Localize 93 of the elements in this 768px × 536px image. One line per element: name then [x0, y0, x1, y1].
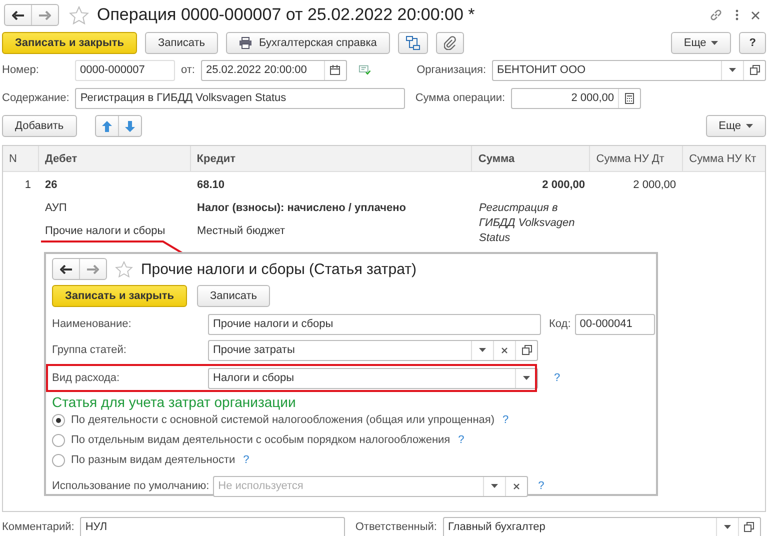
- arrow-right-icon: [87, 264, 99, 274]
- window-title: Операция 0000-000007 от 25.02.2022 20:00:00 *: [97, 5, 475, 25]
- field-label: от:: [181, 63, 195, 77]
- field-label: Номер:: [2, 63, 40, 77]
- table-cell-text: Регистрация в ГИБДД Volksvagen Status: [479, 201, 576, 246]
- cross-icon: [513, 482, 520, 490]
- structure-button[interactable]: [398, 32, 428, 54]
- content-field[interactable]: Регистрация в ГИБДД Volksvagen Status: [75, 88, 406, 108]
- caret-down-icon: [523, 376, 530, 380]
- section-title: Статья для учета затрат организации: [52, 394, 297, 410]
- radio-label[interactable]: По деятельности с основной системой налогообложения (общая или упрощенная): [71, 414, 495, 426]
- squares-icon: [744, 522, 754, 532]
- arrow-left-icon: [12, 10, 24, 20]
- radio-button[interactable]: [52, 414, 65, 426]
- column-header[interactable]: Сумма НУ Дт: [590, 146, 684, 171]
- help-link[interactable]: ?: [458, 434, 464, 446]
- help-link[interactable]: ?: [538, 480, 544, 492]
- table-cell-text: АУП: [45, 201, 68, 216]
- date-field[interactable]: 25.02.2022 20:00:00: [200, 60, 347, 80]
- radio-button[interactable]: [52, 454, 65, 466]
- table-cell-text: Местный бюджет: [197, 224, 286, 239]
- column-header[interactable]: Кредит: [190, 146, 472, 171]
- field-label: Ответственный:: [355, 520, 437, 534]
- table-cell-text: 1: [24, 178, 32, 193]
- link-icon[interactable]: [709, 8, 723, 22]
- squares-icon: [750, 65, 760, 75]
- column-header[interactable]: Сумма НУ Кт: [683, 146, 766, 171]
- star-icon[interactable]: [115, 260, 133, 278]
- radio-label[interactable]: По отдельным видам деятельности с особым порядком налогообложения: [71, 434, 450, 446]
- help-link[interactable]: ?: [243, 454, 250, 466]
- cross-icon: [501, 346, 508, 354]
- calendar-icon: [330, 65, 340, 75]
- more-button[interactable]: Еще: [670, 32, 732, 54]
- table-cell-text: 26: [45, 178, 58, 193]
- document-check-icon[interactable]: [358, 64, 371, 76]
- caret-down-icon: [724, 525, 731, 529]
- hierarchy-icon: [406, 36, 420, 50]
- code-field[interactable]: 00-000041: [574, 314, 655, 334]
- save-and-close-button[interactable]: Записать и закрыть: [2, 32, 138, 54]
- caret-down-icon: [491, 484, 498, 488]
- squares-icon: [522, 345, 532, 355]
- help-link[interactable]: ?: [502, 414, 509, 426]
- arrow-left-icon: [60, 264, 72, 274]
- save-and-close-button[interactable]: Записать и закрыть: [52, 285, 188, 307]
- arrow-down-icon: [124, 120, 135, 132]
- input-field[interactable]: Прочие налоги и сборы: [208, 314, 541, 334]
- field-label: Код:: [549, 317, 571, 331]
- field-label: Организация:: [416, 63, 486, 77]
- field-label: Содержание:: [2, 91, 70, 105]
- column-header[interactable]: Сумма: [472, 146, 590, 171]
- input-field[interactable]: Прочие затраты: [208, 340, 538, 360]
- arrow-up-icon: [102, 120, 112, 132]
- number-field[interactable]: 0000-000007: [75, 60, 175, 80]
- save-button[interactable]: Записать: [145, 32, 218, 54]
- field-label: Сумма операции:: [415, 91, 506, 105]
- table-cell-text: 2 000,00: [541, 178, 586, 193]
- organization-field[interactable]: БЕНТОНИТ ООО: [492, 60, 766, 80]
- save-button[interactable]: Записать: [197, 285, 270, 307]
- add-button[interactable]: Добавить: [2, 115, 77, 137]
- table-cell-text: 2 000,00: [632, 178, 677, 193]
- field-label: Вид расхода:: [52, 371, 121, 385]
- field-label: Группа статей:: [52, 343, 128, 357]
- help-link[interactable]: ?: [554, 372, 560, 384]
- column-header[interactable]: N: [3, 146, 39, 171]
- calculator-icon: [625, 92, 634, 104]
- table-cell-text: Прочие налоги и сборы: [45, 224, 166, 239]
- arrow-right-icon: [39, 10, 51, 20]
- star-icon[interactable]: [69, 6, 89, 24]
- caret-down-icon: [746, 124, 753, 128]
- field-label: Комментарий:: [2, 520, 74, 534]
- field-label: Наименование:: [52, 317, 132, 331]
- paperclip-icon: [444, 36, 456, 50]
- printer-icon: [239, 37, 252, 49]
- comment-field[interactable]: НУЛ: [80, 516, 346, 536]
- caret-down-icon: [479, 348, 486, 352]
- caret-down-icon: [729, 68, 736, 72]
- amount-field[interactable]: 2 000,00: [511, 88, 642, 108]
- dialog-title: Прочие налоги и сборы (Статья затрат): [141, 260, 417, 278]
- table-cell-text: 68.10: [197, 178, 226, 193]
- attachment-button[interactable]: [436, 32, 464, 54]
- table-cell-text: Налог (взносы): начислено / уплачено: [197, 201, 407, 216]
- field-label: Использование по умолчанию:: [52, 479, 210, 493]
- responsible-field[interactable]: Главный бухгалтер: [442, 516, 761, 536]
- print-report-button[interactable]: Бухгалтерская справка: [226, 32, 390, 54]
- help-button[interactable]: ?: [739, 32, 766, 54]
- more-menu-icon[interactable]: [735, 9, 739, 21]
- radio-button[interactable]: [52, 434, 65, 446]
- more-button[interactable]: Еще: [706, 115, 766, 137]
- column-header[interactable]: Дебет: [39, 146, 191, 171]
- close-icon[interactable]: [751, 10, 760, 20]
- input-field[interactable]: Налоги и сборы: [208, 368, 538, 388]
- caret-down-icon: [711, 41, 718, 45]
- radio-label[interactable]: По разным видам деятельности: [71, 454, 236, 466]
